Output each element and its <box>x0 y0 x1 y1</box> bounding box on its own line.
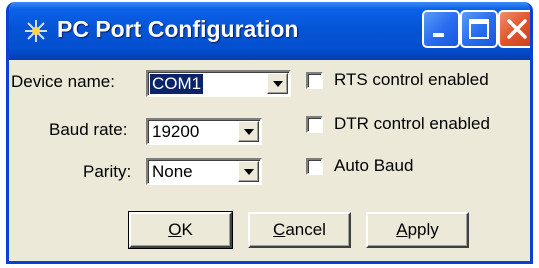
parity-value: None <box>152 162 193 181</box>
chevron-down-icon <box>244 129 254 135</box>
maximize-icon <box>469 19 489 39</box>
baud-rate-select[interactable]: 19200 <box>146 118 262 145</box>
chevron-down-icon <box>273 81 283 87</box>
ok-label-rest: K <box>181 220 193 239</box>
device-name-value: COM1 <box>150 74 204 94</box>
ok-button[interactable]: OK <box>128 211 233 249</box>
cancel-button[interactable]: Cancel <box>248 212 351 248</box>
auto-baud-label[interactable]: Auto Baud <box>334 156 413 176</box>
apply-button[interactable]: Apply <box>366 212 469 248</box>
cancel-mnemonic: C <box>273 220 286 239</box>
close-icon <box>507 19 527 39</box>
dropdown-button[interactable] <box>238 121 259 142</box>
dtr-label[interactable]: DTR control enabled <box>334 114 490 134</box>
maximize-button[interactable] <box>460 10 498 48</box>
apply-mnemonic: A <box>396 220 408 239</box>
rts-label[interactable]: RTS control enabled <box>334 70 489 90</box>
window-title: PC Port Configuration <box>57 16 299 42</box>
dropdown-button[interactable] <box>238 161 259 182</box>
minimize-icon <box>433 33 444 37</box>
sparkle-icon <box>23 18 49 44</box>
dtr-checkbox[interactable] <box>306 116 323 133</box>
device-name-select[interactable]: COM1 <box>146 70 291 97</box>
baud-rate-value: 19200 <box>152 122 200 141</box>
title-bar[interactable]: PC Port Configuration <box>9 2 530 60</box>
minimize-button[interactable] <box>422 10 460 48</box>
parity-label: Parity: <box>83 162 132 181</box>
auto-baud-checkbox[interactable] <box>306 158 323 175</box>
baud-rate-label: Baud rate: <box>49 120 128 139</box>
rts-checkbox[interactable] <box>306 72 323 89</box>
parity-select[interactable]: None <box>146 158 262 185</box>
chevron-down-icon <box>244 169 254 175</box>
dialog-window: PC Port Configuration Device name: COM1 <box>6 2 533 264</box>
dropdown-button[interactable] <box>267 73 288 94</box>
cancel-label-rest: ancel <box>285 220 326 239</box>
device-name-label: Device name: <box>11 72 115 91</box>
ok-mnemonic: O <box>168 220 182 239</box>
apply-label-rest: pply <box>407 220 439 239</box>
dialog-body: Device name: COM1 Baud rate: 19200 Parit… <box>9 60 530 261</box>
close-button[interactable] <box>498 10 530 48</box>
